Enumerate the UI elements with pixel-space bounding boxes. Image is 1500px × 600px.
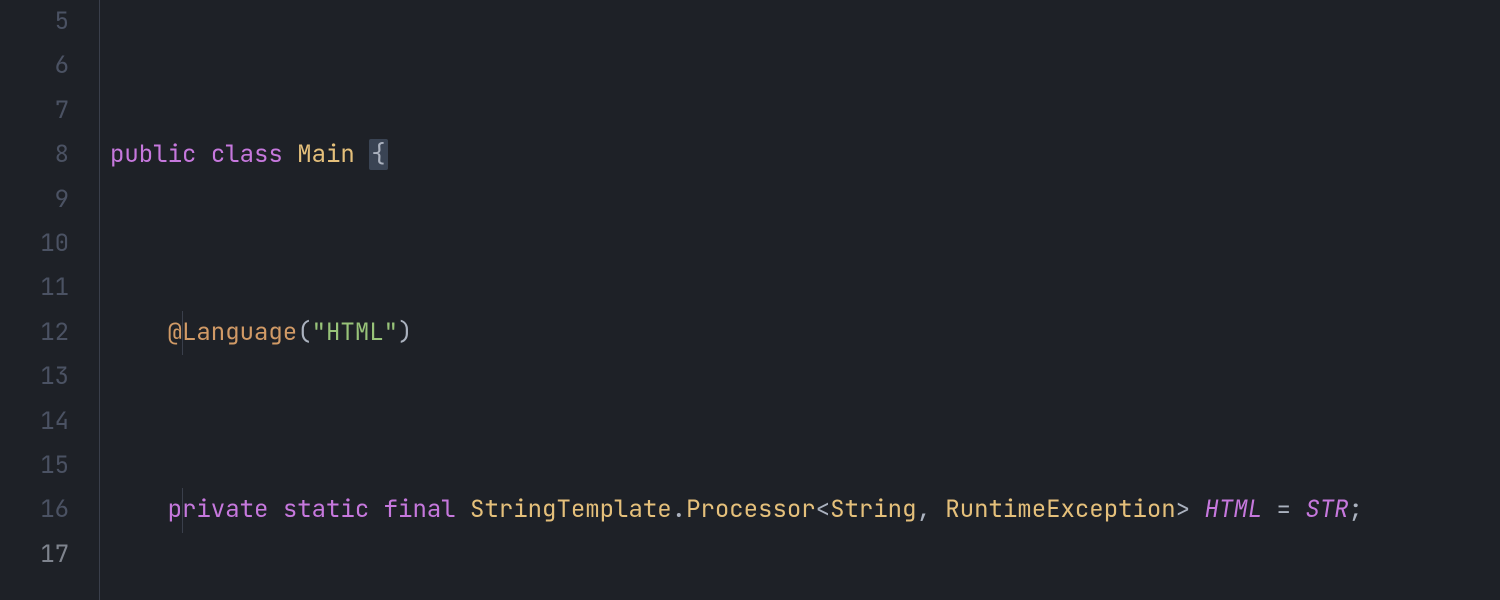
field-html: HTML xyxy=(1205,494,1263,525)
annotation: @Language xyxy=(168,317,298,348)
line-number: 12 xyxy=(0,311,69,355)
code-line[interactable]: public class Main { xyxy=(110,133,1500,177)
line-number: 8 xyxy=(0,133,69,177)
line-number: 7 xyxy=(0,89,69,133)
line-number: 13 xyxy=(0,355,69,399)
code-line[interactable]: @Language("HTML") xyxy=(110,311,1500,355)
code-editor[interactable]: 5 6 7 8 9 10 11 12 13 14 15 16 17 public… xyxy=(0,0,1500,600)
line-number: 10 xyxy=(0,222,69,266)
line-number: 9 xyxy=(0,178,69,222)
line-number: 15 xyxy=(0,444,69,488)
keyword-public: public xyxy=(110,139,196,170)
line-number: 14 xyxy=(0,400,69,444)
brace-open: { xyxy=(369,139,387,170)
code-area[interactable]: public class Main { @Language("HTML") pr… xyxy=(100,0,1500,600)
annotation-arg: "HTML" xyxy=(312,317,398,348)
class-name: Main xyxy=(297,139,355,170)
line-number: 11 xyxy=(0,266,69,310)
field-str: STR xyxy=(1305,494,1348,525)
line-number: 6 xyxy=(0,44,69,88)
line-number: 16 xyxy=(0,488,69,532)
code-line[interactable]: private static final StringTemplate.Proc… xyxy=(110,488,1500,532)
line-number-gutter: 5 6 7 8 9 10 11 12 13 14 15 16 17 xyxy=(0,0,100,600)
line-number: 5 xyxy=(0,0,69,44)
keyword-class: class xyxy=(211,139,283,170)
line-number: 17 xyxy=(0,533,69,577)
